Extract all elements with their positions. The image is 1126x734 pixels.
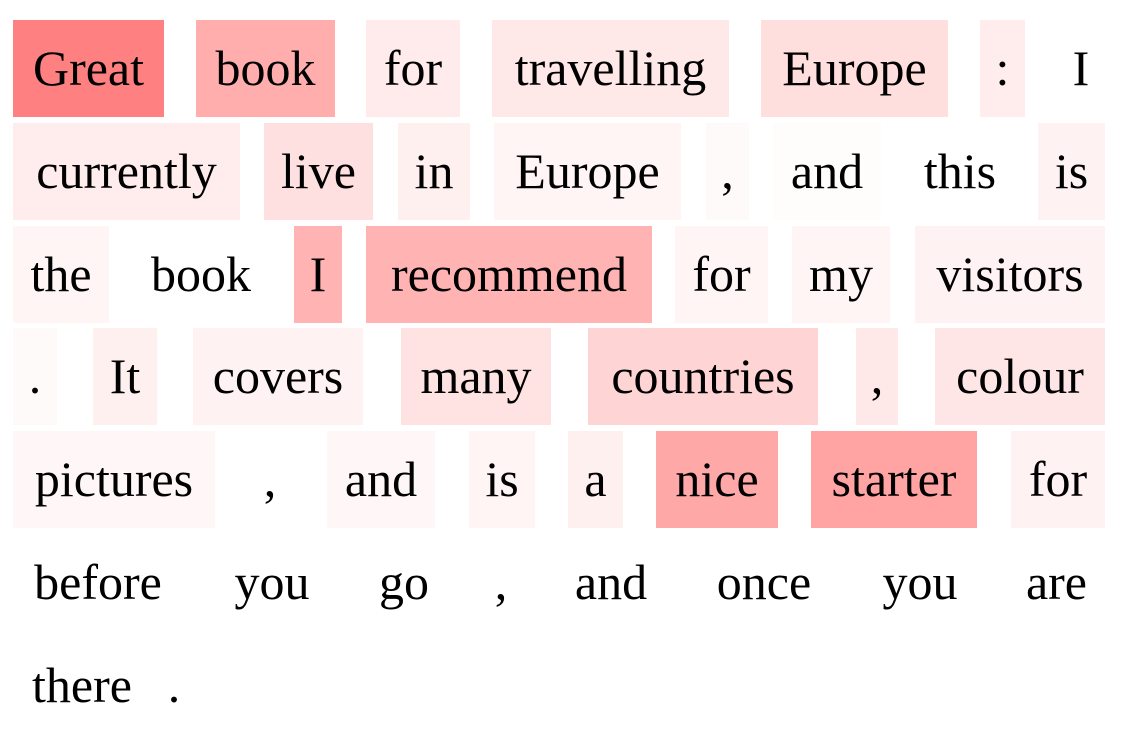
- token: and: [557, 534, 665, 631]
- token-text: colour: [956, 347, 1084, 404]
- token-text: is: [485, 450, 519, 507]
- token: .: [152, 637, 196, 734]
- token-text: you: [234, 553, 310, 610]
- token: Europe: [761, 20, 948, 117]
- token: I: [1057, 20, 1105, 117]
- token: pictures: [13, 431, 215, 528]
- token-text: starter: [831, 450, 957, 507]
- token-text: ,: [870, 347, 884, 404]
- token: this: [906, 123, 1014, 220]
- attention-text-panel: Great book for travelling Europe: Icurrently l…: [0, 0, 1126, 734]
- token-text: the: [30, 245, 92, 302]
- token-text: you: [882, 553, 958, 610]
- token-text: once: [716, 553, 812, 610]
- token-text: recommend: [390, 245, 627, 302]
- token-text: many: [420, 347, 532, 404]
- token: a: [568, 431, 623, 528]
- token-text: :: [995, 39, 1010, 96]
- token-text: currently: [36, 142, 217, 199]
- token: It: [93, 328, 157, 425]
- token-text: nice: [675, 450, 759, 507]
- token-text: before: [34, 553, 162, 610]
- token: ,: [479, 534, 523, 631]
- token: many: [401, 328, 551, 425]
- token-text: Europe: [782, 39, 927, 96]
- token: book: [196, 20, 335, 117]
- token: ,: [246, 431, 294, 528]
- token-text: for: [1028, 450, 1088, 507]
- token: you: [864, 534, 976, 631]
- token-text: go: [379, 553, 429, 610]
- token: the: [13, 226, 109, 323]
- token-text: a: [584, 450, 607, 507]
- token: before: [13, 534, 183, 631]
- token: is: [469, 431, 535, 528]
- token-text: for: [383, 39, 443, 96]
- token: I: [294, 226, 342, 323]
- token-text: and: [790, 142, 864, 199]
- token: recommend: [366, 226, 652, 323]
- token: for: [366, 20, 460, 117]
- token: travelling: [492, 20, 729, 117]
- token-text: there: [32, 656, 132, 713]
- token: and: [327, 431, 435, 528]
- token-text: countries: [611, 347, 795, 404]
- token-text: this: [923, 142, 997, 199]
- token: nice: [656, 431, 778, 528]
- token: ,: [706, 123, 749, 220]
- token: for: [675, 226, 768, 323]
- token-text: my: [809, 245, 873, 302]
- token-text: and: [344, 450, 418, 507]
- token: .: [13, 328, 57, 425]
- token: Europe: [494, 123, 681, 220]
- token-text: live: [281, 142, 356, 199]
- token: and: [773, 123, 881, 220]
- token-text: for: [692, 245, 751, 302]
- token: visitors: [915, 226, 1105, 323]
- token-text: travelling: [514, 39, 707, 96]
- token: covers: [193, 328, 363, 425]
- token-text: Europe: [515, 142, 660, 199]
- token: ,: [856, 328, 898, 425]
- token: go: [361, 534, 447, 631]
- token-text: book: [151, 245, 251, 302]
- token: book: [133, 226, 269, 323]
- token-text: .: [28, 347, 42, 404]
- token: are: [1008, 534, 1105, 631]
- token: in: [398, 123, 470, 220]
- token: starter: [811, 431, 977, 528]
- token-text: ,: [263, 450, 277, 507]
- token: is: [1038, 123, 1105, 220]
- token-text: I: [1072, 39, 1090, 96]
- token-text: .: [167, 656, 181, 713]
- token: countries: [588, 328, 818, 425]
- token: live: [264, 123, 373, 220]
- token-text: It: [109, 347, 141, 404]
- token-text: is: [1054, 142, 1089, 199]
- token-text: pictures: [34, 450, 194, 507]
- token: Great: [13, 20, 164, 117]
- token-text: ,: [721, 142, 734, 199]
- token-text: ,: [494, 553, 508, 610]
- token: :: [980, 20, 1025, 117]
- token-text: are: [1025, 553, 1088, 610]
- token: currently: [13, 123, 240, 220]
- token: colour: [935, 328, 1105, 425]
- token: for: [1011, 431, 1105, 528]
- token-text: covers: [212, 347, 344, 404]
- token-text: and: [574, 553, 648, 610]
- token: once: [697, 534, 831, 631]
- token-text: in: [414, 142, 454, 199]
- token: you: [217, 534, 327, 631]
- token-text: Great: [32, 39, 145, 96]
- token: my: [792, 226, 890, 323]
- token-text: visitors: [936, 245, 1084, 302]
- token-text: I: [309, 245, 327, 302]
- token: there: [13, 637, 151, 734]
- token-text: book: [215, 39, 316, 96]
